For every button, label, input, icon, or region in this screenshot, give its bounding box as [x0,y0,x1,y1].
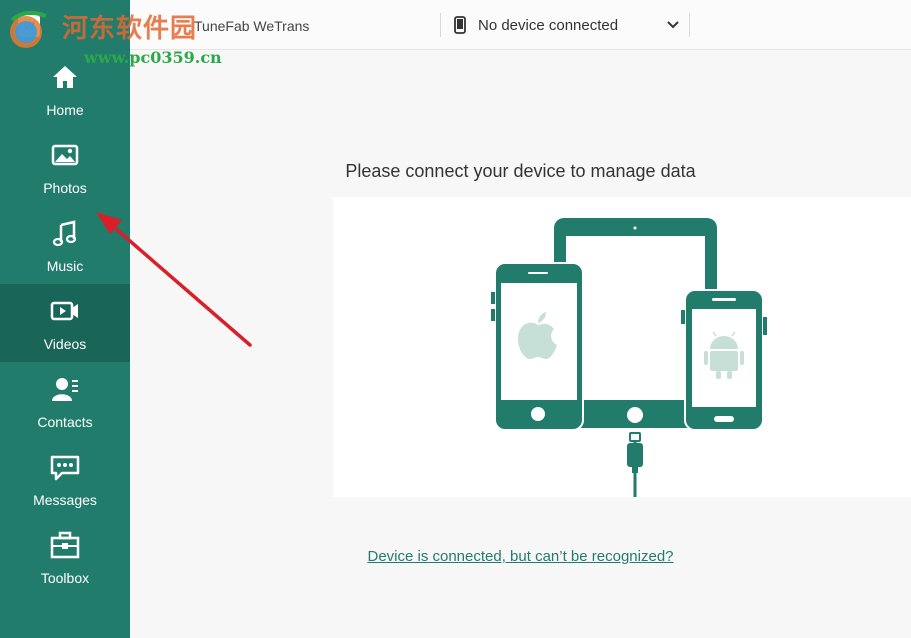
sidebar-item-videos[interactable]: Videos [0,284,130,362]
sidebar: W Home Photos Music Videos [0,0,130,638]
toolbox-icon [50,531,80,559]
sidebar-item-label: Messages [33,492,97,508]
main-content: Please connect your device to manage dat… [130,51,911,638]
sidebar-item-music[interactable]: Music [0,206,130,284]
chat-icon [50,455,80,481]
music-note-icon [52,220,77,247]
sidebar-item-toolbox[interactable]: Toolbox [0,518,130,596]
watermark-url: www.pc0359.cn [84,48,222,67]
image-icon [51,144,79,166]
video-icon [50,301,78,321]
sidebar-item-contacts[interactable]: Contacts [0,362,130,440]
sidebar-item-label: Home [46,102,84,118]
app-title: TuneFab WeTrans [194,18,310,34]
connect-prompt: Please connect your device to manage dat… [345,161,696,181]
device-dropdown-value: No device connected [478,17,619,34]
device-dropdown[interactable]: No device connected [440,13,690,37]
home-icon [53,66,77,88]
devices-illustration-svg [491,218,767,497]
sidebar-item-messages[interactable]: Messages [0,440,130,518]
watermark-logo-icon [10,10,47,48]
watermark-text: 河东软件园 [62,14,198,44]
sidebar-item-label: Contacts [37,414,93,430]
usb-cable-icon [627,432,643,497]
chevron-down-icon [667,21,679,29]
device-not-recognized-link[interactable]: Device is connected, but can’t be recogn… [130,548,911,565]
sidebar-item-photos[interactable]: Photos [0,128,130,206]
sidebar-item-label: Photos [43,180,87,196]
contacts-icon [52,378,78,401]
sidebar-item-label: Videos [43,336,87,352]
device-illustration [333,197,911,497]
sidebar-item-label: Music [46,258,84,274]
top-bar: TuneFab WeTrans No device connected [130,0,911,50]
sidebar-item-label: Toolbox [40,570,90,586]
phone-icon [454,16,466,34]
